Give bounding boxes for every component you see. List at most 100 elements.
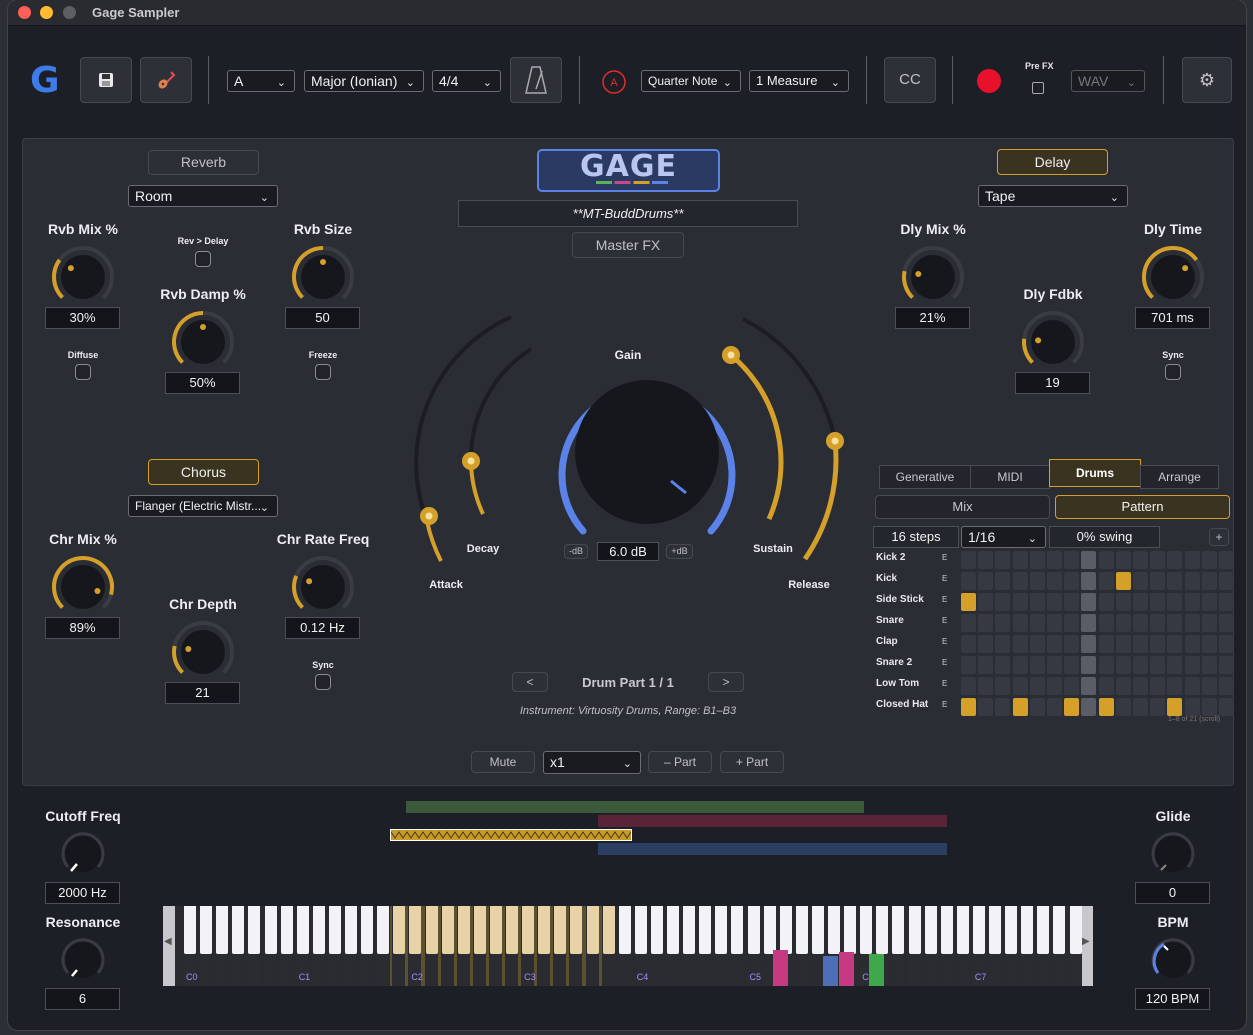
drum-step-cell[interactable] bbox=[1098, 593, 1114, 611]
drum-step-cell[interactable] bbox=[1029, 656, 1045, 674]
drum-step-cell[interactable] bbox=[1133, 677, 1148, 695]
reverb-damp-knob[interactable] bbox=[169, 308, 237, 376]
resonance-knob[interactable] bbox=[57, 934, 109, 986]
cc-button[interactable]: CC bbox=[884, 57, 936, 103]
drum-step-cell[interactable] bbox=[1047, 677, 1062, 695]
drum-step-cell[interactable] bbox=[1064, 677, 1080, 695]
mute-button[interactable]: Mute bbox=[471, 751, 535, 773]
drum-step-cell[interactable] bbox=[1184, 698, 1200, 716]
drum-row-edit-button[interactable]: E bbox=[942, 595, 947, 604]
drum-step-cell[interactable] bbox=[1184, 551, 1200, 569]
drum-step-cell[interactable] bbox=[1012, 614, 1028, 632]
key-top[interactable] bbox=[441, 906, 454, 954]
drum-step-cell[interactable] bbox=[1064, 698, 1080, 716]
drum-row-edit-button[interactable]: E bbox=[942, 637, 947, 646]
subtab-mix[interactable]: Mix bbox=[875, 495, 1050, 519]
key-top[interactable] bbox=[1053, 906, 1066, 954]
drum-step-cell[interactable] bbox=[1219, 551, 1234, 569]
drum-step-cell[interactable] bbox=[1064, 572, 1080, 590]
drum-step-cell[interactable] bbox=[1167, 614, 1183, 632]
arm-record-icon[interactable]: A bbox=[601, 69, 627, 95]
glide-knob[interactable] bbox=[1147, 828, 1199, 880]
key-top[interactable] bbox=[940, 906, 953, 954]
drum-step-cell[interactable] bbox=[995, 635, 1011, 653]
key-top[interactable] bbox=[650, 906, 663, 954]
drum-step-cell[interactable] bbox=[1047, 656, 1062, 674]
settings-button[interactable]: ⚙ bbox=[1182, 57, 1232, 103]
key-top[interactable] bbox=[328, 906, 341, 954]
cutoff-knob[interactable] bbox=[57, 828, 109, 880]
key-top[interactable] bbox=[844, 906, 857, 954]
drum-step-cell[interactable] bbox=[1012, 656, 1028, 674]
gain-down-button[interactable]: -dB bbox=[564, 544, 588, 559]
drum-step-cell[interactable] bbox=[995, 593, 1011, 611]
drum-step-cell[interactable] bbox=[1167, 656, 1183, 674]
bpm-value[interactable]: 120 BPM bbox=[1135, 988, 1210, 1010]
master-fx-button[interactable]: Master FX bbox=[572, 232, 684, 258]
chorus-depth-knob[interactable] bbox=[169, 618, 237, 686]
drum-step-cell[interactable] bbox=[1150, 656, 1166, 674]
key-top[interactable] bbox=[409, 906, 422, 954]
drum-step-cell[interactable] bbox=[1064, 593, 1080, 611]
drum-step-cell[interactable] bbox=[961, 614, 976, 632]
delay-time-knob[interactable] bbox=[1139, 243, 1207, 311]
drum-step-cell[interactable] bbox=[1167, 593, 1183, 611]
key-top[interactable] bbox=[296, 906, 309, 954]
drum-step-cell[interactable] bbox=[961, 635, 976, 653]
chorus-mix-knob[interactable] bbox=[49, 553, 117, 621]
drum-step-cell[interactable] bbox=[1150, 698, 1166, 716]
drum-row-edit-button[interactable]: E bbox=[942, 700, 947, 709]
drum-step-cell[interactable] bbox=[1184, 656, 1200, 674]
drum-step-cell[interactable] bbox=[1081, 572, 1097, 590]
keyboard-scroll-left[interactable]: ◀ bbox=[163, 906, 175, 986]
drum-step-cell[interactable] bbox=[1133, 698, 1148, 716]
track-bar-arrange[interactable] bbox=[598, 843, 947, 855]
drum-step-cell[interactable] bbox=[1201, 551, 1217, 569]
scale-select[interactable]: Major (Ionian) ⌄ bbox=[304, 70, 424, 92]
chorus-depth-value[interactable]: 21 bbox=[165, 682, 240, 704]
piano-keyboard[interactable]: ◀ ▶ C0 C1 C2 C3 C4 C5 C6 C7 bbox=[163, 906, 1093, 986]
drum-step-cell[interactable] bbox=[1133, 656, 1148, 674]
key-top[interactable] bbox=[699, 906, 712, 954]
drum-step-cell[interactable] bbox=[978, 677, 994, 695]
drum-step-cell[interactable] bbox=[961, 698, 976, 716]
drum-step-cell[interactable] bbox=[1133, 614, 1148, 632]
key-top[interactable] bbox=[393, 906, 406, 954]
drum-step-cell[interactable] bbox=[961, 677, 976, 695]
drum-step-cell[interactable] bbox=[1219, 614, 1234, 632]
minimize-icon[interactable] bbox=[40, 6, 53, 19]
drum-step-cell[interactable] bbox=[1081, 593, 1097, 611]
key-top[interactable] bbox=[522, 906, 535, 954]
drum-step-cell[interactable] bbox=[1047, 614, 1062, 632]
key-top[interactable] bbox=[667, 906, 679, 954]
length-select[interactable]: 1 Measure ⌄ bbox=[749, 70, 849, 92]
drum-step-cell[interactable] bbox=[1029, 635, 1045, 653]
prev-part-button[interactable]: < bbox=[512, 672, 548, 692]
drum-step-cell[interactable] bbox=[1167, 677, 1183, 695]
drum-step-cell[interactable] bbox=[1219, 572, 1234, 590]
drum-step-cell[interactable] bbox=[1029, 572, 1045, 590]
diffuse-checkbox[interactable] bbox=[75, 364, 91, 380]
drum-step-cell[interactable] bbox=[1115, 698, 1131, 716]
key-top[interactable] bbox=[312, 906, 325, 954]
drum-step-cell[interactable] bbox=[978, 572, 994, 590]
drum-step-cell[interactable] bbox=[1029, 551, 1045, 569]
subtab-pattern[interactable]: Pattern bbox=[1055, 495, 1230, 519]
drum-step-cell[interactable] bbox=[1115, 677, 1131, 695]
drum-step-cell[interactable] bbox=[1012, 572, 1028, 590]
key-top[interactable] bbox=[795, 906, 808, 954]
drum-step-cell[interactable] bbox=[1064, 656, 1080, 674]
drum-step-cell[interactable] bbox=[1219, 635, 1234, 653]
drum-step-cell[interactable] bbox=[1150, 572, 1166, 590]
key-top[interactable] bbox=[200, 906, 213, 954]
drum-step-cell[interactable] bbox=[1201, 614, 1217, 632]
chorus-type-select[interactable]: Flanger (Electric Mistr... ⌄ bbox=[128, 495, 278, 517]
drum-step-cell[interactable] bbox=[1081, 656, 1097, 674]
drum-step-cell[interactable] bbox=[1098, 614, 1114, 632]
drum-step-cell[interactable] bbox=[961, 551, 976, 569]
key-top[interactable] bbox=[1005, 906, 1018, 954]
key-top[interactable] bbox=[570, 906, 583, 954]
key-top[interactable] bbox=[425, 906, 438, 954]
track-bar-generative[interactable] bbox=[406, 801, 864, 813]
drum-step-cell[interactable] bbox=[1064, 614, 1080, 632]
